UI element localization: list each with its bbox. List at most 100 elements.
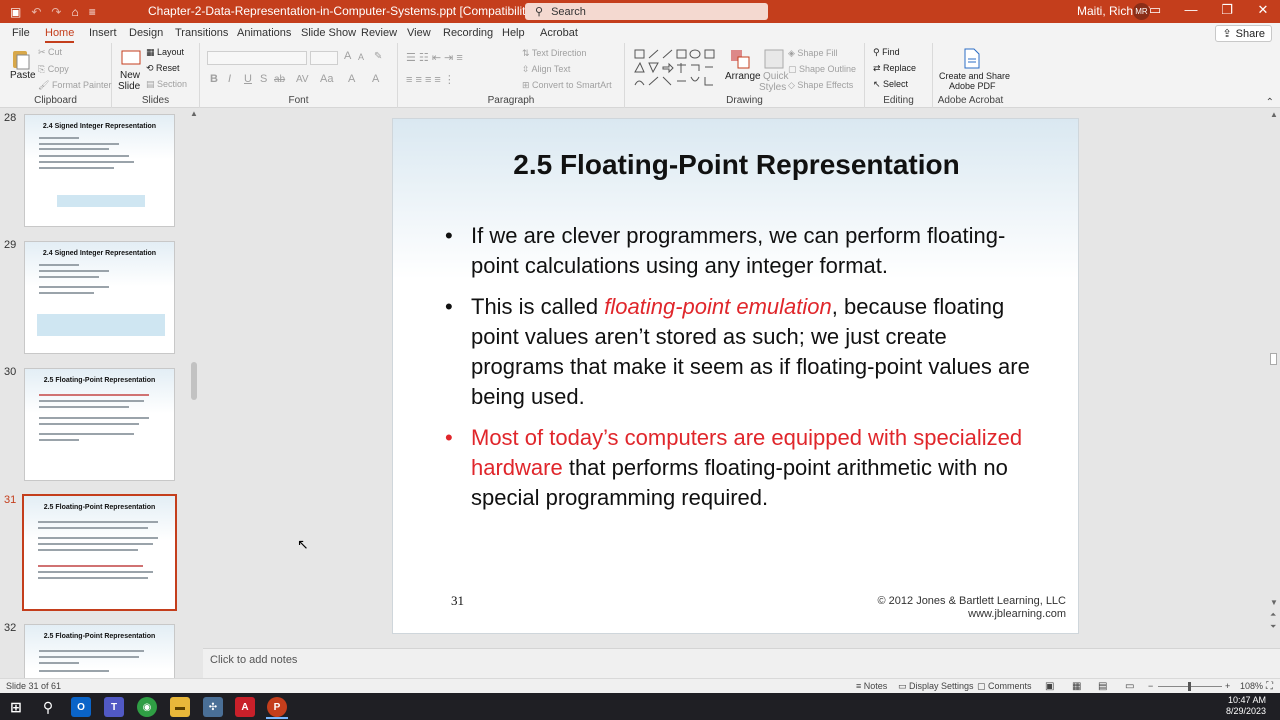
- zoom-in-icon[interactable]: +: [1225, 681, 1230, 691]
- slide-canvas[interactable]: 2.5 Floating-Point Representation • If w…: [392, 118, 1079, 634]
- clear-format-icon[interactable]: ✎: [374, 51, 382, 62]
- change-case-button[interactable]: Aa: [320, 73, 333, 85]
- scroll-down-icon[interactable]: ▼: [1270, 598, 1278, 607]
- create-share-pdf-button[interactable]: Create and Share: [939, 71, 1010, 81]
- close-icon[interactable]: ✕: [1256, 2, 1270, 18]
- strikethrough-button[interactable]: ab: [274, 74, 285, 85]
- create-pdf-icon[interactable]: [960, 47, 982, 69]
- tab-design[interactable]: Design: [129, 27, 163, 39]
- shape-outline-button[interactable]: ▢ Shape Outline: [788, 64, 856, 75]
- arrange-button[interactable]: Arrange: [725, 71, 761, 82]
- slideshow-icon[interactable]: ▭: [1125, 681, 1134, 692]
- search-box[interactable]: ⚲ Search: [525, 3, 768, 20]
- arrange-icon[interactable]: [729, 48, 751, 70]
- new-slide-icon[interactable]: [120, 48, 142, 70]
- outlook-icon[interactable]: O: [71, 697, 91, 717]
- create-share-pdf-label-2[interactable]: Adobe PDF: [949, 81, 996, 91]
- normal-view-icon[interactable]: ▣: [1045, 681, 1054, 692]
- quick-styles-button[interactable]: Quick: [763, 71, 789, 82]
- scroll-up-icon[interactable]: ▲: [1270, 110, 1278, 119]
- grow-font-button[interactable]: A: [344, 50, 351, 62]
- reading-view-icon[interactable]: ▤: [1098, 681, 1107, 692]
- windows-start-icon[interactable]: ⊞: [6, 697, 26, 717]
- present-icon[interactable]: ⌂: [71, 5, 78, 19]
- font-color-button[interactable]: A: [372, 73, 379, 85]
- tab-slide-show[interactable]: Slide Show: [301, 27, 356, 39]
- paste-button[interactable]: Paste: [10, 70, 36, 81]
- slide-sorter-icon[interactable]: ▦: [1072, 681, 1081, 692]
- slide-thumbnail[interactable]: 2.4 Signed Integer Representation: [24, 241, 175, 354]
- font-size-select[interactable]: [310, 51, 338, 65]
- customize-toolbar-icon[interactable]: ≡: [89, 5, 96, 19]
- tab-insert[interactable]: Insert: [89, 27, 117, 39]
- display-settings-button[interactable]: ▭ Display Settings: [898, 681, 974, 692]
- next-slide-icon[interactable]: ⏷: [1270, 622, 1276, 632]
- tab-help[interactable]: Help: [502, 27, 525, 39]
- replace-button[interactable]: ⇄ Replace: [873, 63, 916, 74]
- scrollbar-thumb[interactable]: [1270, 353, 1277, 365]
- undo-icon[interactable]: ↶: [31, 5, 41, 19]
- section-button[interactable]: ▤ Section: [146, 79, 187, 90]
- format-painter-button[interactable]: 🖌 Format Painter: [38, 80, 111, 91]
- bold-button[interactable]: B: [210, 73, 218, 85]
- powerpoint-icon[interactable]: P: [267, 697, 287, 717]
- share-button[interactable]: ⇪ Share: [1215, 25, 1272, 42]
- thumbnail-scrollbar[interactable]: [191, 362, 197, 400]
- text-direction-button[interactable]: ⇅ Text Direction: [522, 48, 586, 59]
- zoom-out-icon[interactable]: −: [1148, 681, 1153, 691]
- tab-transitions[interactable]: Transitions: [175, 27, 228, 39]
- network-app-icon[interactable]: ✣: [203, 697, 223, 717]
- bullets-icon[interactable]: ☰ ☷ ⇤ ⇥ ≡: [406, 51, 463, 64]
- shrink-font-button[interactable]: A: [358, 52, 364, 62]
- slide-thumbnail[interactable]: 2.5 Floating-Point Representation: [24, 368, 175, 481]
- font-family-select[interactable]: [207, 51, 307, 65]
- editor-scrollbar[interactable]: ▲ ▼ ⏶ ⏷: [1267, 108, 1280, 638]
- convert-smartart-button[interactable]: ⊞ Convert to SmartArt: [522, 80, 612, 91]
- autosave-icon[interactable]: ▣: [10, 5, 21, 19]
- shapes-gallery-icon[interactable]: [631, 47, 721, 91]
- notes-toggle[interactable]: ≡ Notes: [856, 681, 887, 691]
- search-icon[interactable]: ⚲: [38, 697, 58, 717]
- slide-title[interactable]: 2.5 Floating-Point Representation: [393, 149, 1080, 181]
- align-text-button[interactable]: ⇳ Align Text: [522, 64, 570, 75]
- ribbon-display-icon[interactable]: ▭: [1148, 2, 1162, 18]
- zoom-level[interactable]: 108%: [1240, 681, 1263, 691]
- tab-review[interactable]: Review: [361, 27, 397, 39]
- restore-icon[interactable]: ❐: [1220, 2, 1234, 18]
- paste-icon[interactable]: [10, 48, 32, 70]
- tab-recording[interactable]: Recording: [443, 27, 493, 39]
- zoom-slider-thumb[interactable]: [1188, 682, 1191, 691]
- teams-icon[interactable]: T: [104, 697, 124, 717]
- italic-button[interactable]: I: [228, 73, 231, 85]
- notes-placeholder[interactable]: Click to add notes: [210, 654, 297, 666]
- cut-button[interactable]: ✂ Cut: [38, 47, 62, 58]
- quick-styles-icon[interactable]: [763, 48, 785, 70]
- tab-home[interactable]: Home: [45, 27, 75, 43]
- underline-button[interactable]: U: [244, 73, 252, 85]
- highlight-button[interactable]: A: [348, 73, 355, 85]
- acrobat-icon[interactable]: A: [235, 697, 255, 717]
- minimize-icon[interactable]: —: [1184, 2, 1198, 18]
- shape-effects-button[interactable]: ◇ Shape Effects: [788, 80, 853, 91]
- system-clock[interactable]: 10:47 AM 8/29/2023: [1226, 695, 1266, 717]
- slide-body[interactable]: • If we are clever programmers, we can p…: [445, 221, 1045, 524]
- slide-thumbnail[interactable]: 2.5 Floating-Point Representation: [24, 624, 175, 678]
- scroll-up-icon[interactable]: ▲: [190, 109, 198, 118]
- copy-button[interactable]: ⎘ Copy: [38, 64, 69, 75]
- notes-pane[interactable]: Click to add notes: [203, 648, 1280, 678]
- select-button[interactable]: ↖ Select: [873, 79, 908, 90]
- align-icons[interactable]: ≡ ≡ ≡ ≡ ⋮: [406, 73, 455, 86]
- char-spacing-button[interactable]: AV: [296, 74, 309, 85]
- new-slide-label-2[interactable]: Slide: [118, 81, 140, 92]
- collapse-ribbon-icon[interactable]: ⌃: [1266, 97, 1274, 108]
- tab-acrobat[interactable]: Acrobat: [540, 27, 578, 39]
- shape-fill-button[interactable]: ◈ Shape Fill: [788, 48, 837, 59]
- layout-button[interactable]: ▦ Layout: [146, 47, 184, 58]
- fit-slide-icon[interactable]: ⛶: [1266, 681, 1273, 692]
- tab-animations[interactable]: Animations: [237, 27, 291, 39]
- slide-thumbnail[interactable]: 2.4 Signed Integer Representation: [24, 114, 175, 227]
- previous-slide-icon[interactable]: ⏶: [1270, 610, 1276, 620]
- new-slide-button[interactable]: New: [120, 70, 140, 81]
- chrome-icon[interactable]: ◉: [137, 697, 157, 717]
- find-button[interactable]: ⚲ Find: [873, 47, 900, 58]
